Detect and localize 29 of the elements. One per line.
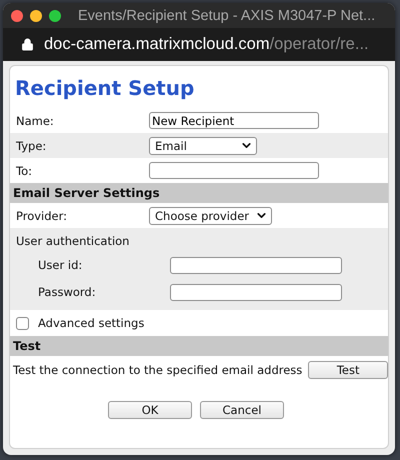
type-select[interactable]: Email: [149, 136, 257, 154]
ok-button[interactable]: OK: [108, 401, 192, 419]
minimize-button[interactable]: [30, 10, 42, 22]
window-title: Events/Recipient Setup - AXIS M3047-P Net...: [78, 8, 376, 24]
checkbox[interactable]: [16, 316, 29, 330]
group-label: User authentication: [16, 233, 130, 250]
text-field[interactable]: [170, 284, 342, 300]
provider-select[interactable]: Choose provider: [149, 206, 272, 224]
url-path: /operator/re...: [270, 35, 369, 54]
section-header: Email Server Settings: [10, 183, 388, 203]
text-field[interactable]: [149, 162, 319, 179]
cancel-button[interactable]: Cancel: [200, 401, 284, 419]
url-host: doc-camera.matrixmcloud.com: [44, 35, 270, 54]
checkbox-label: Advanced settings: [38, 316, 146, 330]
field-label: Password:: [38, 285, 97, 299]
text-field[interactable]: New Recipient: [149, 112, 319, 129]
field-label: Type:: [16, 138, 48, 152]
text-field[interactable]: [170, 256, 342, 274]
field-label: Name:: [16, 114, 55, 128]
close-button[interactable]: [11, 10, 23, 22]
section-header: Test: [10, 336, 388, 356]
field-label: To:: [16, 164, 33, 178]
dialog-heading: Recipient Setup: [15, 76, 196, 100]
test-button[interactable]: Test: [308, 360, 388, 378]
test-description: Test the connection to the specified email address: [13, 362, 302, 376]
lock-icon: [21, 38, 34, 51]
field-label: User id:: [38, 258, 84, 272]
zoom-button[interactable]: [49, 10, 61, 22]
field-label: Provider:: [16, 208, 68, 222]
